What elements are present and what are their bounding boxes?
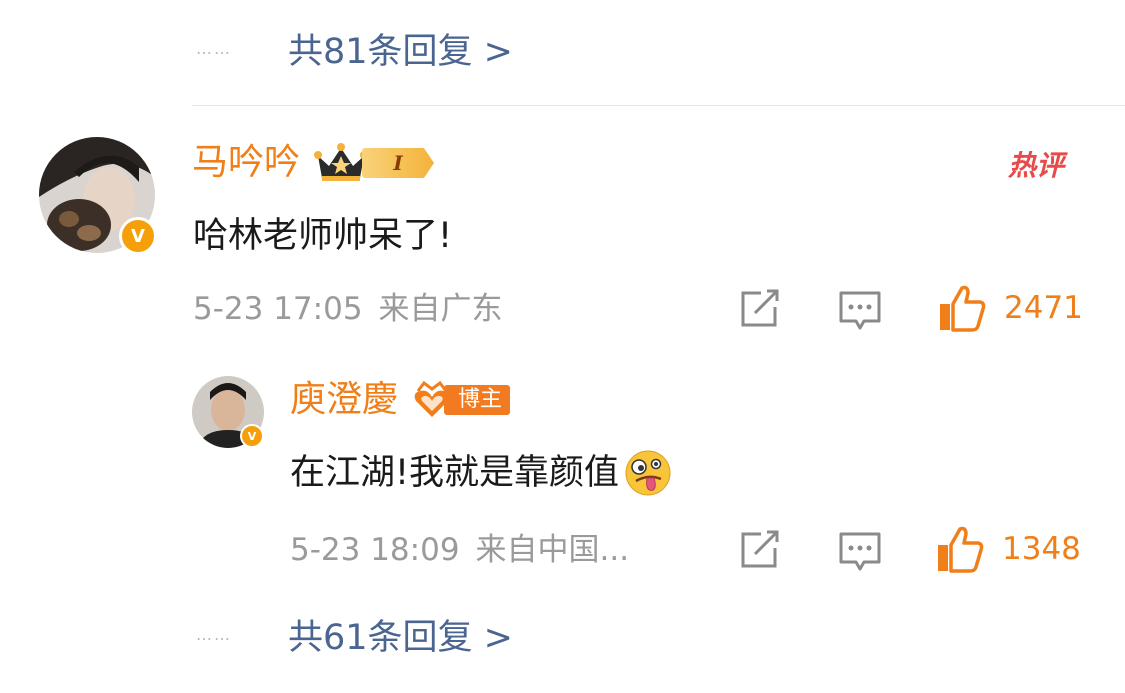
zany-face-emoji-icon bbox=[625, 450, 671, 496]
like-button[interactable]: 2471 bbox=[938, 284, 1083, 332]
divider bbox=[192, 105, 1125, 106]
blogger-badge: 博主 bbox=[412, 381, 511, 419]
verified-icon: V bbox=[240, 424, 264, 448]
comment-icon bbox=[839, 532, 881, 571]
share-icon bbox=[741, 530, 779, 568]
reply-avatar-wrap[interactable]: V bbox=[192, 376, 264, 448]
comment-username[interactable]: 马吟吟 bbox=[192, 141, 300, 185]
like-icon bbox=[938, 526, 984, 573]
reply-header: 庾澄慶 博主 bbox=[290, 378, 511, 422]
more-replies-top[interactable]: …… 共81条回复 > bbox=[196, 28, 513, 72]
reply-text-row: 在江湖!我就是靠颜值 bbox=[290, 448, 673, 498]
comment-header: 马吟吟 I bbox=[192, 141, 435, 185]
crown-icon bbox=[314, 143, 369, 181]
comment-time: 5-23 17:05 bbox=[193, 291, 363, 327]
comment-avatar-wrap[interactable]: V bbox=[39, 137, 157, 255]
share-button[interactable] bbox=[737, 289, 781, 329]
more-replies-bottom[interactable]: …… 共61条回复 > bbox=[196, 614, 513, 658]
blogger-tag: 博主 bbox=[444, 385, 511, 415]
like-icon bbox=[940, 285, 986, 332]
comment-location: 来自广东 bbox=[378, 291, 503, 327]
ellipsis-dots: …… bbox=[196, 38, 232, 58]
hot-comment-badge: 热评 bbox=[1008, 149, 1065, 182]
reply-button[interactable] bbox=[838, 530, 882, 574]
reply-button[interactable] bbox=[838, 289, 882, 333]
comment-meta: 5-23 17:05 来自广东 bbox=[193, 289, 503, 329]
more-replies-link[interactable]: 共61条回复 > bbox=[288, 609, 513, 660]
level-tag: I bbox=[362, 148, 435, 178]
like-count: 2471 bbox=[1004, 290, 1083, 326]
reply-location: 来自中国... bbox=[475, 532, 630, 568]
reply-meta: 5-23 18:09 来自中国... bbox=[290, 530, 629, 570]
ellipsis-dots: …… bbox=[196, 624, 232, 644]
verified-icon: V bbox=[119, 217, 157, 255]
reply-text: 在江湖!我就是靠颜值 bbox=[290, 453, 620, 493]
share-icon bbox=[741, 289, 779, 327]
like-count: 1348 bbox=[1002, 531, 1081, 567]
reply-username[interactable]: 庾澄慶 bbox=[290, 378, 398, 422]
like-button[interactable]: 1348 bbox=[936, 525, 1081, 573]
member-level-badge[interactable]: I bbox=[314, 142, 435, 184]
reply-time: 5-23 18:09 bbox=[290, 532, 460, 568]
comment-icon bbox=[839, 291, 881, 330]
comment-text: 哈林老师帅呆了! bbox=[193, 216, 453, 256]
share-button[interactable] bbox=[737, 530, 781, 570]
more-replies-link[interactable]: 共81条回复 > bbox=[288, 23, 513, 74]
